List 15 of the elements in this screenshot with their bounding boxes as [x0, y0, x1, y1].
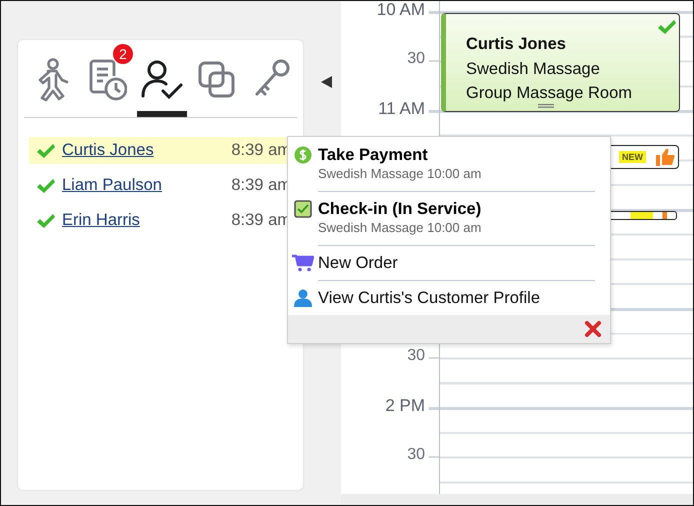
menu-item-detail: Swedish Massage 10:00 am — [318, 219, 482, 236]
appointment-client: Curtis Jones — [466, 34, 567, 55]
time-label: 2 PM — [385, 396, 425, 416]
new-badge: NEW — [619, 151, 646, 163]
notification-badge: 2 — [112, 43, 134, 65]
time-label: 10 AM — [376, 1, 425, 20]
appointment-room: Group Massage Room — [466, 83, 633, 104]
time-label: 30 — [407, 346, 425, 364]
menu-item-title: Check-in (In Service) — [318, 199, 482, 219]
time-label: 30 — [407, 50, 425, 68]
menu-item-detail: Swedish Massage 10:00 am — [318, 165, 482, 182]
appointment-service: Swedish Massage — [466, 58, 601, 80]
time-label: 30 — [407, 446, 425, 464]
time-label: 11 AM — [378, 99, 425, 119]
menu-item-title: Take Payment — [318, 145, 429, 165]
